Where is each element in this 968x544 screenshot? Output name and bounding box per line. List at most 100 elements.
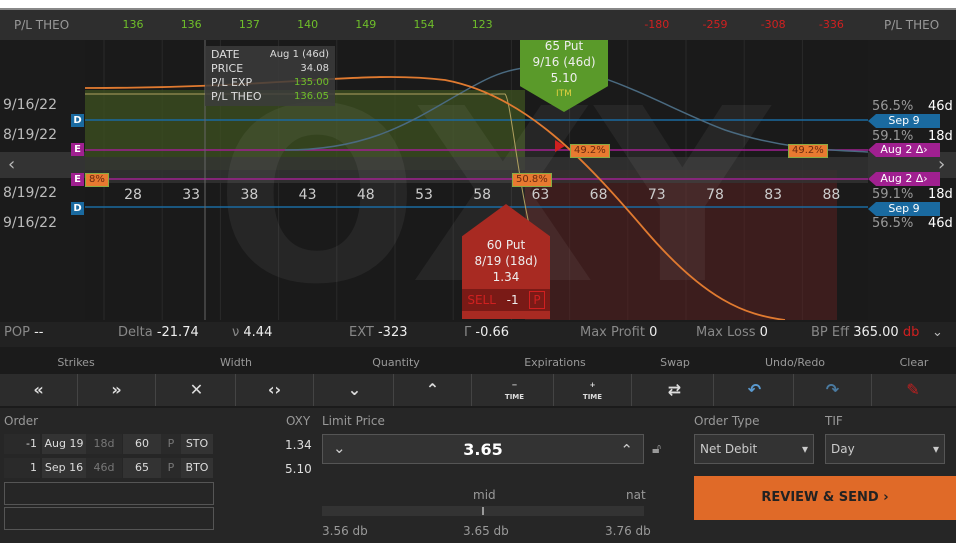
header-right-label: P/L THEO [884,18,940,32]
limit-price-value[interactable]: 3.65 [323,440,643,459]
short-leg-price: 1.34 [492,270,520,284]
short-leg-type[interactable]: P [529,291,545,309]
dividend-date-tag[interactable]: Sep 9 [868,202,940,216]
dte-value: 46d [928,216,953,231]
order-entry: Order OXY -1 Aug 19 18d 60 P STO 1.34 1 … [0,408,956,543]
pl-theo-value: 136 [180,18,202,31]
max-loss-stat: Max Loss 0 [696,325,768,340]
scroll-right-arrow[interactable]: › [938,154,945,175]
strike-label: 38 [240,187,259,203]
pl-theo-value: 140 [297,18,319,31]
strikes-up-button[interactable]: » [78,374,156,406]
empty-leg-slot[interactable] [4,482,214,505]
time-plus-button[interactable]: + TIME [554,374,632,406]
analyze-trade-panel: P/L THEO P/L THEO 136 136 137 140 149 154 123 -… [0,8,956,543]
strike-label: 53 [415,187,433,203]
time-minus-button[interactable]: − TIME [476,374,554,406]
quantity-down-button[interactable]: ⌄ [316,374,394,406]
date-label: 9/16/22 [3,97,57,113]
quantity-up-button[interactable]: ⌃ [394,374,472,406]
strike-label: 83 [764,187,783,203]
toolbar-label: Clear [899,356,929,369]
symbol-label: OXY [286,414,311,428]
lock-icon[interactable]: 🔓︎ [652,441,661,457]
iv-value: 56.5% [872,99,914,114]
toolbar-label: Undo/Redo [764,356,826,369]
price-up-icon[interactable]: ⌃ [620,441,633,459]
iv-value: 59.1% [872,129,914,144]
pop-stat: POP -- [4,325,44,340]
dividend-date-tag[interactable]: Sep 9 [868,114,940,128]
price-value: 34.08 [300,63,329,74]
swap-icon[interactable]: ⇄ [636,374,714,406]
redo-icon[interactable]: ↷ [794,374,872,406]
earnings-marker[interactable]: E [71,143,84,156]
review-send-button[interactable]: REVIEW & SEND › [694,476,956,520]
empty-leg-slot[interactable] [4,507,214,530]
toolbar-label: Swap [660,356,690,369]
strike-label: 78 [706,187,724,203]
strike-label: 28 [124,187,142,203]
short-leg-exp: 8/19 (18d) [474,254,538,268]
pl-theo-value: 136 [122,18,144,31]
long-leg-exp: 9/16 (46d) [532,55,596,69]
order-label: Order [4,414,39,428]
strikes-down-button[interactable]: « [0,374,78,406]
date-label: 9/16/22 [3,215,57,231]
pl-theo-value: 149 [355,18,377,31]
iv-value: 56.5% [872,216,914,231]
long-leg-price: 5.10 [550,71,578,85]
prob-label: 8% [85,173,109,187]
position-stats-bar: POP -- Delta -21.74 ν 4.44 EXT -323 Γ -0… [0,322,956,347]
pl-theo-value: -308 [760,18,786,31]
strike-label: 73 [647,187,666,203]
tif-label: TIF [825,414,843,428]
dte-value: 46d [928,99,953,114]
tif-select[interactable]: Day ▾ [825,434,945,464]
width-narrow-button[interactable]: ✕ [158,374,236,406]
strike-label: 58 [473,187,492,203]
long-leg-title: 65 Put [544,40,584,53]
earnings-marker[interactable]: E [71,173,84,186]
nat-label: nat [626,488,646,502]
short-leg-qty[interactable]: -1 [507,292,519,308]
dte-value: 18d [928,129,953,144]
prob-label: 49.2% [570,144,610,158]
pltheo-value: 136.05 [294,91,329,102]
toolbar-label: Expirations [524,356,586,369]
pl-theo-value: -259 [702,18,728,31]
prob-label: 50.8% [512,173,552,187]
plexp-label: P/L EXP [211,76,253,89]
clear-eraser-icon[interactable]: ✎ [874,374,952,406]
mid-label: mid [473,488,496,502]
strike-label: 68 [589,187,608,203]
toolbar-label: Strikes [57,356,95,369]
max-profit-stat: Max Profit 0 [580,325,658,340]
bp-effect-stat: BP Eff 365.00 db [811,325,920,340]
dividend-marker[interactable]: D [71,202,84,215]
risk-profile-chart[interactable]: OXY 28 33 38 43 48 53 58 63 68 73 78 83 88 DATE Aug 1… [85,40,868,320]
vega-stat: ν 4.44 [232,325,273,340]
pl-theo-value: 123 [471,18,493,31]
price-slider[interactable] [322,506,644,516]
limit-price-input[interactable]: ⌄ 3.65 ⌃ [322,434,644,464]
earnings-date-tag[interactable]: Aug 2 ∆› [868,143,940,157]
dividend-marker[interactable]: D [71,114,84,127]
date-label: 8/19/22 [3,185,57,201]
toolbar-label: Width [220,356,252,369]
width-widen-button[interactable]: ‹› [236,374,314,406]
strike-label: 43 [298,187,317,203]
pl-theo-header: P/L THEO P/L THEO 136 136 137 140 149 154 123 -… [0,10,956,40]
plexp-value: 135.00 [294,77,329,88]
mid-price: 3.65 db [463,524,509,538]
order-type-select[interactable]: Net Debit ▾ [694,434,814,464]
pl-theo-value: -180 [644,18,670,31]
scroll-left-arrow[interactable]: ‹ [8,154,15,175]
prob-label: 49.2% [788,144,828,158]
short-leg-action[interactable]: SELL [467,292,496,308]
delta-stat: Delta -21.74 [118,325,199,340]
date-value: Aug 1 (46d) [269,49,329,60]
earnings-date-tag[interactable]: Aug 2 ∆› [868,172,940,186]
undo-icon[interactable]: ↶ [716,374,794,406]
expand-chevron-icon[interactable]: ⌄ [932,325,943,340]
